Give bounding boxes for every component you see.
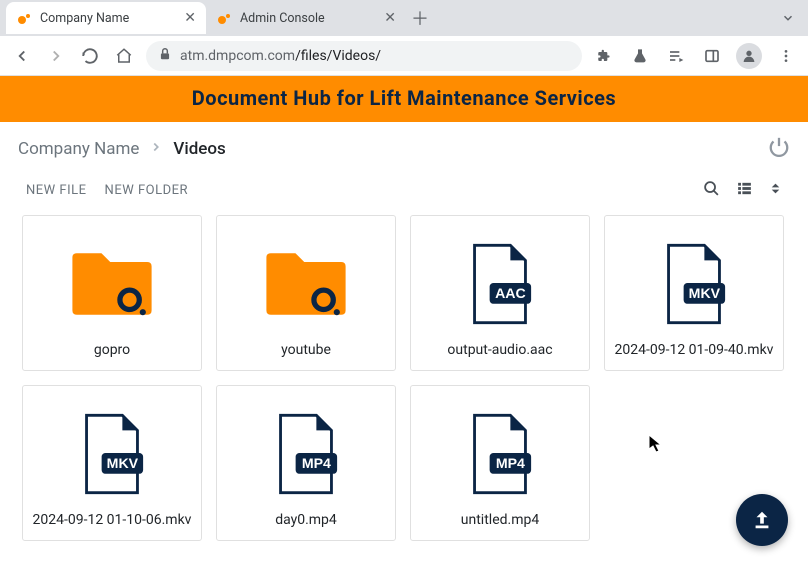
folder-icon (225, 226, 387, 342)
browser-tab-1[interactable]: Admin Console ✕ (206, 2, 406, 34)
labs-icon[interactable] (628, 44, 652, 68)
close-tab-icon[interactable]: ✕ (384, 10, 396, 26)
favicon-icon (216, 10, 232, 26)
svg-text:MP4: MP4 (302, 455, 331, 471)
chevron-right-icon (149, 139, 163, 159)
svg-text:MKV: MKV (107, 455, 139, 471)
tabs-menu-icon[interactable] (774, 11, 802, 25)
file-icon: MKV (31, 396, 193, 512)
lock-icon (158, 47, 172, 65)
file-icon: MP4 (225, 396, 387, 512)
forward-button[interactable] (44, 44, 68, 68)
svg-text:MKV: MKV (689, 285, 721, 301)
action-row: NEW FILE NEW FOLDER (0, 176, 808, 215)
profile-avatar[interactable] (736, 43, 762, 69)
back-button[interactable] (10, 44, 34, 68)
svg-text:AAC: AAC (495, 285, 526, 301)
file-icon: AAC (419, 226, 581, 342)
breadcrumb: Company Name Videos (18, 139, 226, 159)
tile-label: 2024-09-12 01-10-06.mkv (31, 512, 193, 528)
file-tile[interactable]: MKV 2024-09-12 01-10-06.mkv (22, 385, 202, 541)
tile-label: youtube (225, 342, 387, 358)
extensions-icon[interactable] (592, 44, 616, 68)
banner-text: Document Hub for Lift Maintenance Servic… (192, 86, 616, 110)
folder-tile[interactable]: gopro (22, 215, 202, 371)
browser-toolbar: atm.dmpcom.com/files/Videos/ (0, 36, 808, 76)
favicon-icon (16, 10, 32, 26)
close-tab-icon[interactable]: ✕ (184, 10, 196, 26)
breadcrumb-row: Company Name Videos (0, 122, 808, 176)
file-icon: MKV (613, 226, 775, 342)
home-button[interactable] (112, 44, 136, 68)
tile-label: day0.mp4 (225, 512, 387, 528)
new-file-button[interactable]: NEW FILE (26, 183, 87, 198)
new-tab-button[interactable]: ＋ (406, 4, 434, 32)
list-view-icon[interactable] (736, 180, 753, 201)
file-grid: gopro youtube AAC output-audio.aac (0, 215, 808, 561)
url-bar[interactable]: atm.dmpcom.com/files/Videos/ (146, 41, 582, 71)
reload-button[interactable] (78, 44, 102, 68)
sidepanel-icon[interactable] (700, 44, 724, 68)
file-tile[interactable]: MP4 day0.mp4 (216, 385, 396, 541)
file-tile[interactable]: MKV 2024-09-12 01-09-40.mkv (604, 215, 784, 371)
kebab-menu-icon[interactable] (774, 44, 798, 68)
breadcrumb-current: Videos (173, 139, 225, 159)
page-banner: Document Hub for Lift Maintenance Servic… (0, 76, 808, 122)
url-text: atm.dmpcom.com/files/Videos/ (180, 48, 381, 64)
tile-label: gopro (31, 342, 193, 358)
tab-title: Admin Console (240, 11, 376, 26)
sort-icon[interactable] (769, 180, 782, 201)
svg-text:MP4: MP4 (496, 455, 525, 471)
playlist-icon[interactable] (664, 44, 688, 68)
browser-tab-bar: Company Name ✕ Admin Console ✕ ＋ (0, 0, 808, 36)
tile-label: 2024-09-12 01-09-40.mkv (613, 342, 775, 358)
tile-label: untitled.mp4 (419, 512, 581, 528)
folder-icon (31, 226, 193, 342)
folder-tile[interactable]: youtube (216, 215, 396, 371)
file-tile[interactable]: AAC output-audio.aac (410, 215, 590, 371)
upload-icon (751, 509, 773, 531)
upload-fab[interactable] (736, 494, 788, 546)
search-icon[interactable] (703, 180, 720, 201)
tab-title: Company Name (40, 11, 176, 26)
new-folder-button[interactable]: NEW FOLDER (105, 183, 188, 198)
file-tile[interactable]: MP4 untitled.mp4 (410, 385, 590, 541)
breadcrumb-root[interactable]: Company Name (18, 139, 139, 159)
tile-label: output-audio.aac (419, 342, 581, 358)
power-icon[interactable] (768, 136, 790, 162)
browser-tab-0[interactable]: Company Name ✕ (6, 2, 206, 34)
file-icon: MP4 (419, 396, 581, 512)
